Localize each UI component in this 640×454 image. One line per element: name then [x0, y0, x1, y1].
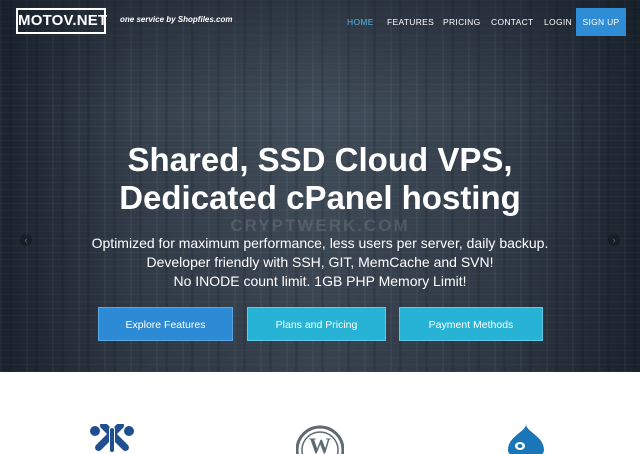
nav-item-home[interactable]: HOME	[347, 17, 374, 27]
nav-item-contact[interactable]: CONTACT	[491, 17, 534, 27]
nav-item-login[interactable]: LOGIN	[544, 17, 572, 27]
watermark: CRYPTWERK.COM	[230, 216, 410, 235]
payment-methods-button[interactable]: Payment Methods	[399, 307, 543, 341]
hero-subtitle-line3: No INODE count limit. 1GB PHP Memory Lim…	[173, 273, 467, 289]
drupal-icon	[508, 424, 544, 454]
hero-subtitle-line2: Developer friendly with SSH, GIT, MemCac…	[146, 254, 494, 270]
hero-title-line1: Shared, SSD Cloud VPS,	[127, 141, 513, 178]
nav-item-features[interactable]: FEATURES	[387, 17, 434, 27]
signup-button[interactable]: SIGN UP	[576, 8, 626, 36]
joomla-icon	[90, 424, 134, 452]
hero-title-line2: Dedicated cPanel hosting	[119, 179, 521, 216]
plans-pricing-button[interactable]: Plans and Pricing	[247, 307, 386, 341]
nav-item-pricing[interactable]: PRICING	[443, 17, 481, 27]
site-tagline: one service by Shopfiles.com	[120, 15, 233, 24]
hero-subtitle-line1: Optimized for maximum performance, less …	[91, 235, 549, 251]
top-navigation: MOTOV.NET one service by Shopfiles.com H…	[0, 0, 640, 44]
hero-banner: MOTOV.NET one service by Shopfiles.com H…	[0, 0, 640, 372]
site-logo[interactable]: MOTOV.NET	[16, 8, 107, 34]
wordpress-icon: W	[296, 425, 344, 454]
explore-features-button[interactable]: Explore Features	[98, 307, 233, 341]
svg-text:W: W	[309, 433, 331, 454]
